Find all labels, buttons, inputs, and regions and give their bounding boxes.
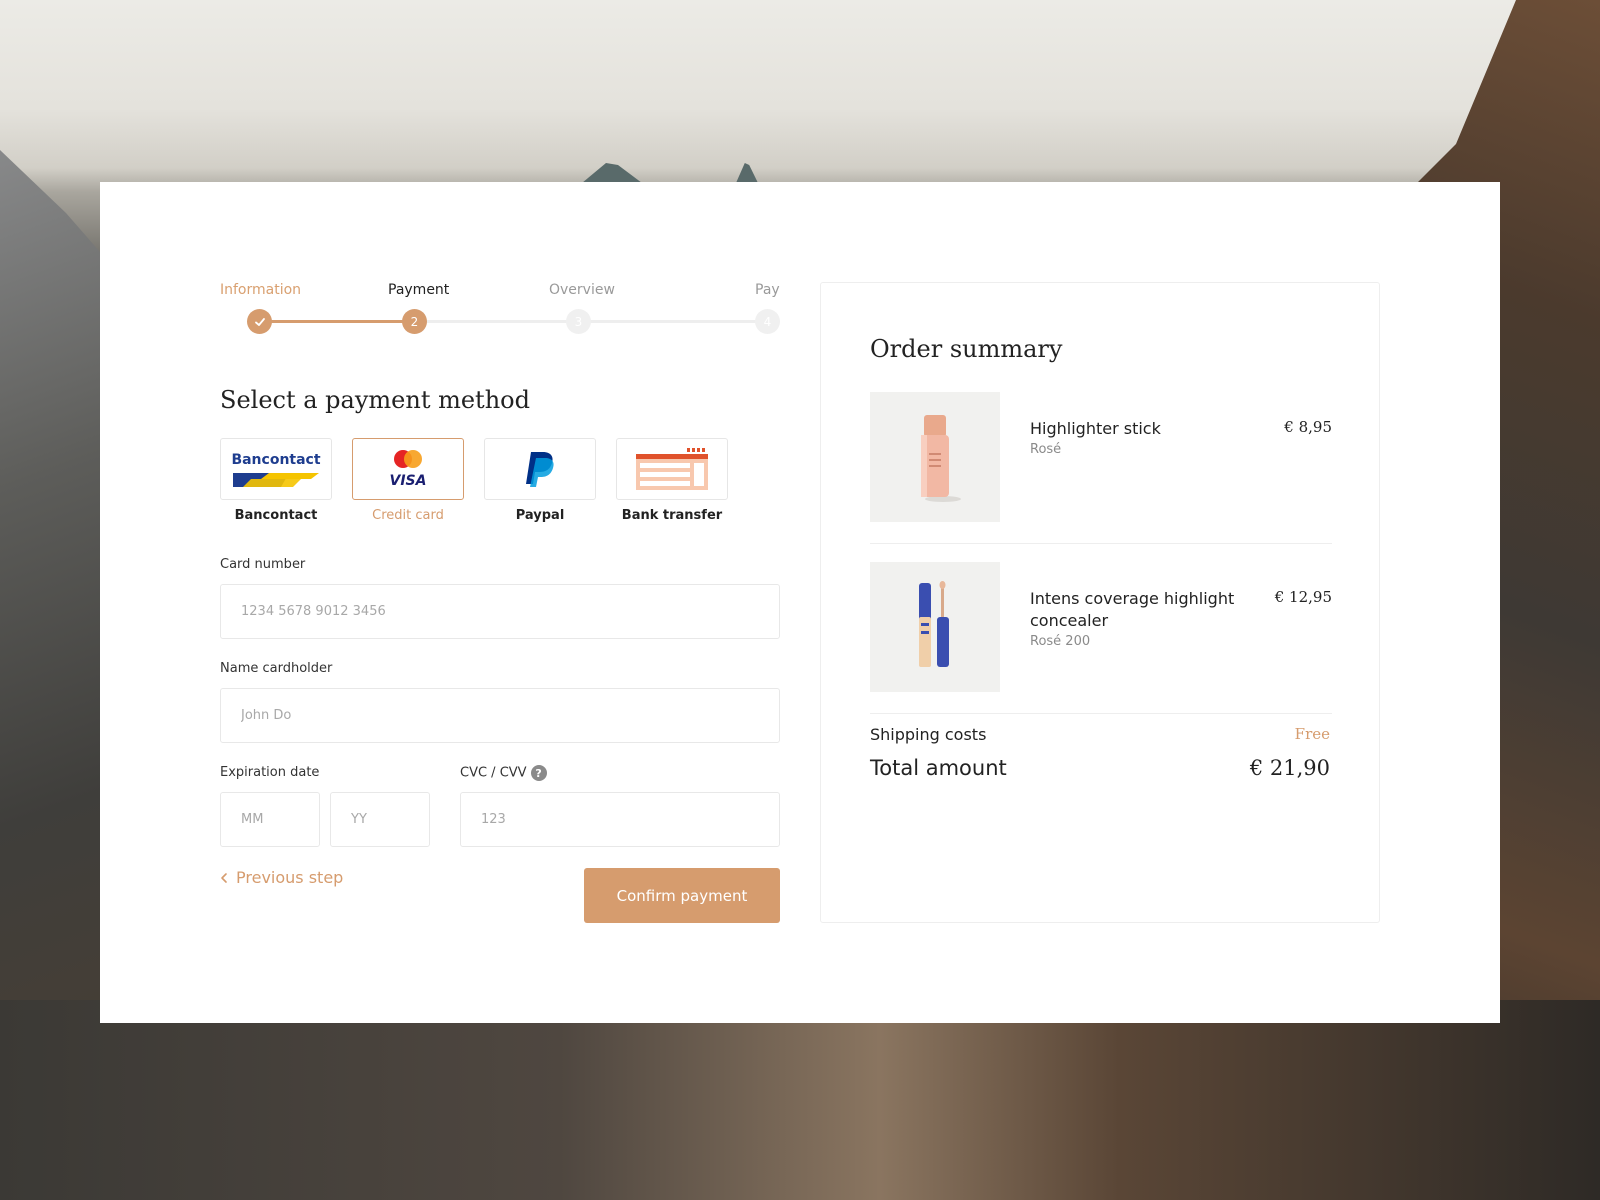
- step-label-pay: Pay: [755, 282, 780, 298]
- cvc-label-text: CVC / CVV: [460, 765, 527, 781]
- method-box[interactable]: VISA: [352, 438, 464, 500]
- background-rocks-bottom: [0, 1000, 1600, 1200]
- step-label-overview: Overview: [549, 282, 615, 298]
- method-bancontact[interactable]: Bancontact Bancontact: [220, 438, 332, 523]
- product-image: [870, 392, 1000, 522]
- background-peak: [582, 163, 642, 183]
- item-price: € 8,95: [1284, 418, 1332, 436]
- method-credit-card[interactable]: VISA Credit card: [352, 438, 464, 523]
- concealer-icon: [919, 581, 949, 667]
- previous-step-label: Previous step: [236, 868, 344, 887]
- divider: [870, 713, 1332, 714]
- total-label: Total amount: [870, 756, 1007, 780]
- payment-methods: Bancontact Bancontact VISA Credit card P…: [220, 438, 740, 528]
- cardholder-label: Name cardholder: [220, 661, 333, 676]
- payment-method-title: Select a payment method: [220, 386, 530, 414]
- card-number-input[interactable]: [220, 584, 780, 639]
- item-price: € 12,95: [1274, 588, 1332, 606]
- check-icon: [254, 317, 265, 326]
- checkout-card: Information Payment Overview Pay 2 3 4 S…: [100, 182, 1500, 1023]
- paypal-icon: [526, 452, 554, 487]
- total-value: € 21,90: [1249, 756, 1330, 780]
- method-box[interactable]: Bancontact: [220, 438, 332, 500]
- shipping-value: Free: [1294, 725, 1330, 743]
- method-label: Paypal: [515, 508, 565, 523]
- method-bank-transfer[interactable]: Bank transfer: [616, 438, 728, 523]
- cvc-input[interactable]: [460, 792, 780, 847]
- checkout-stepper: Information Payment Overview Pay 2 3 4: [220, 282, 780, 342]
- help-icon[interactable]: ?: [530, 765, 547, 781]
- step-progress-fill: [259, 320, 415, 323]
- expiration-year-input[interactable]: [330, 792, 430, 847]
- order-summary: Order summary Highlighter stick Rosé € 8…: [820, 282, 1380, 923]
- step-dot-pay: 4: [755, 309, 780, 334]
- method-label: Bank transfer: [621, 508, 723, 523]
- confirm-payment-button[interactable]: Confirm payment: [584, 868, 780, 923]
- item-name-text: Intens coverage highlight concealer: [1030, 589, 1235, 630]
- step-label-information[interactable]: Information: [220, 282, 301, 298]
- method-label: Credit card: [372, 508, 444, 523]
- svg-text:VISA: VISA: [390, 473, 427, 489]
- item-name: Highlighter stick Rosé: [1030, 418, 1240, 460]
- bancontact-logo-icon: Bancontact: [231, 452, 321, 487]
- method-label: Bancontact: [234, 508, 318, 523]
- cvc-label: CVC / CVV?: [460, 765, 547, 781]
- chevron-left-icon: [221, 872, 227, 883]
- cardholder-input[interactable]: [220, 688, 780, 743]
- product-image: [870, 562, 1000, 692]
- card-number-label: Card number: [220, 557, 306, 572]
- summary-item: Highlighter stick Rosé € 8,95: [870, 392, 1332, 522]
- previous-step-link[interactable]: Previous step: [220, 868, 343, 887]
- mastercard-visa-icon: VISA: [390, 450, 427, 489]
- method-paypal[interactable]: Paypal: [484, 438, 596, 523]
- method-box[interactable]: [484, 438, 596, 500]
- expiration-month-input[interactable]: [220, 792, 320, 847]
- step-dot-payment: 2: [402, 309, 427, 334]
- item-name: Intens coverage highlight concealer Rosé…: [1030, 588, 1240, 652]
- order-summary-title: Order summary: [870, 335, 1063, 363]
- expiration-label: Expiration date: [220, 765, 320, 780]
- step-dot-information[interactable]: [247, 309, 272, 334]
- item-variant: Rosé 200: [1030, 634, 1091, 649]
- step-label-payment: Payment: [388, 282, 450, 298]
- item-name-text: Highlighter stick: [1030, 419, 1161, 438]
- highlighter-stick-icon: [921, 415, 961, 502]
- background-peak: [736, 163, 758, 183]
- method-box[interactable]: [616, 438, 728, 500]
- bank-transfer-icon: [636, 448, 708, 490]
- divider: [870, 543, 1332, 544]
- svg-text:Bancontact: Bancontact: [231, 452, 320, 468]
- shipping-label: Shipping costs: [870, 725, 987, 744]
- item-variant: Rosé: [1030, 442, 1062, 457]
- step-dot-overview: 3: [566, 309, 591, 334]
- summary-item: Intens coverage highlight concealer Rosé…: [870, 562, 1332, 692]
